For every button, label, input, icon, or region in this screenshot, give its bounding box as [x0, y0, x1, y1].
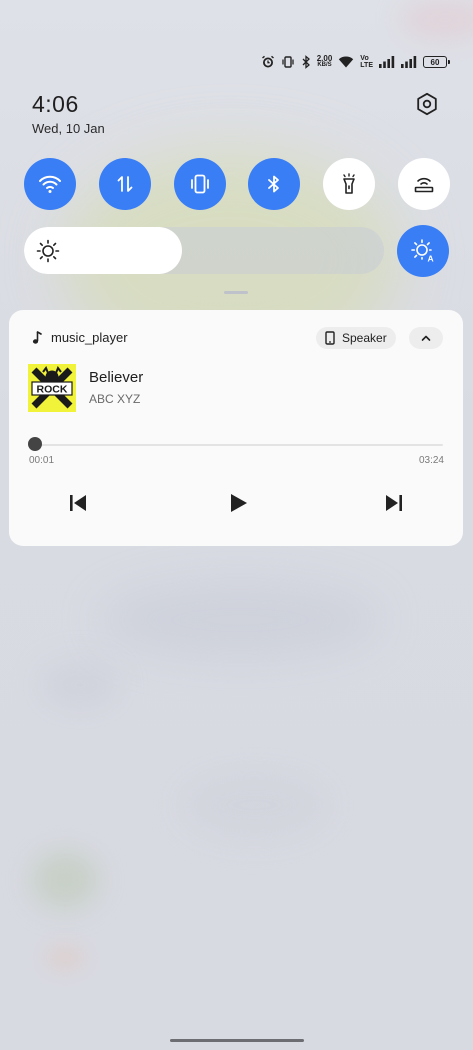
play-button[interactable]	[226, 491, 250, 515]
clock-date: Wed, 10 Jan	[32, 121, 105, 136]
flashlight-icon	[343, 173, 355, 194]
next-track-button[interactable]	[382, 491, 406, 515]
album-art: ROCK	[28, 364, 76, 412]
auto-brightness-icon: A	[411, 239, 434, 264]
track-title: Believer	[89, 369, 144, 386]
vibrate-icon	[281, 54, 295, 70]
play-icon	[231, 494, 247, 512]
wallpaper-blur	[100, 580, 380, 660]
wallpaper-blur	[30, 850, 100, 910]
wifi-icon	[338, 54, 354, 70]
volte-indicator: Vo LTE	[360, 55, 373, 69]
wifi-icon	[39, 175, 61, 193]
network-speed-value: 2.00	[316, 54, 333, 63]
media-player-card: music_player Speaker ROCK Believer ABC X…	[9, 310, 463, 546]
skip-next-icon	[386, 495, 402, 511]
phone-speaker-icon	[325, 331, 335, 345]
network-speed-unit: KB/S	[317, 62, 332, 68]
auto-brightness-button[interactable]: A	[397, 225, 449, 277]
data-arrows-icon	[117, 176, 133, 192]
wallpaper-blur	[400, 0, 473, 40]
chevron-up-icon	[421, 335, 431, 341]
seek-bar[interactable]	[28, 437, 443, 451]
alarm-icon	[261, 54, 275, 70]
total-duration: 03:24	[418, 455, 444, 466]
media-app-header: music_player	[31, 330, 128, 345]
output-device-button[interactable]: Speaker	[316, 327, 396, 349]
track-artist: ABC XYZ	[89, 392, 141, 406]
toggle-flashlight[interactable]	[323, 158, 376, 210]
signal-icon	[379, 54, 395, 70]
wallpaper-blur	[40, 660, 120, 710]
elapsed-time: 00:01	[29, 455, 55, 466]
vibrate-icon	[190, 174, 209, 194]
quick-toggles	[24, 158, 450, 210]
network-speed: 2.00 KB/S	[317, 55, 333, 69]
toggle-mobile-data[interactable]	[98, 158, 151, 210]
skip-previous-icon	[70, 495, 86, 511]
toggle-bluetooth[interactable]	[248, 158, 301, 210]
collapse-media-button[interactable]	[409, 327, 443, 349]
hotspot-icon	[414, 177, 434, 193]
battery-icon: 60	[423, 56, 450, 68]
album-art-text: ROCK	[37, 384, 68, 396]
bluetooth-icon	[301, 54, 311, 70]
settings-icon	[417, 92, 437, 116]
svg-text:A: A	[428, 254, 434, 264]
toggle-hotspot[interactable]	[397, 158, 450, 210]
clock-time: 4:06	[32, 91, 79, 117]
brightness-icon	[36, 239, 60, 263]
bluetooth-icon	[268, 175, 280, 193]
wallpaper-blur	[45, 945, 85, 970]
battery-level: 60	[430, 57, 440, 67]
wallpaper-blur	[180, 770, 330, 840]
output-device-label: Speaker	[342, 331, 387, 345]
brightness-slider[interactable]	[24, 227, 384, 274]
status-bar: 2.00 KB/S Vo LTE 60	[261, 53, 450, 71]
toggle-wifi[interactable]	[24, 158, 76, 210]
seek-bar-thumb[interactable]	[28, 437, 43, 451]
settings-button[interactable]	[414, 91, 440, 117]
media-app-name: music_player	[51, 330, 128, 345]
music-note-icon	[32, 330, 42, 344]
panel-drag-handle[interactable]	[224, 291, 248, 294]
volte-top: Vo	[360, 55, 369, 62]
volte-bottom: LTE	[360, 62, 373, 69]
toggle-vibrate[interactable]	[173, 158, 226, 210]
home-indicator[interactable]	[170, 1039, 304, 1042]
signal-icon	[401, 54, 417, 70]
previous-track-button[interactable]	[66, 491, 90, 515]
